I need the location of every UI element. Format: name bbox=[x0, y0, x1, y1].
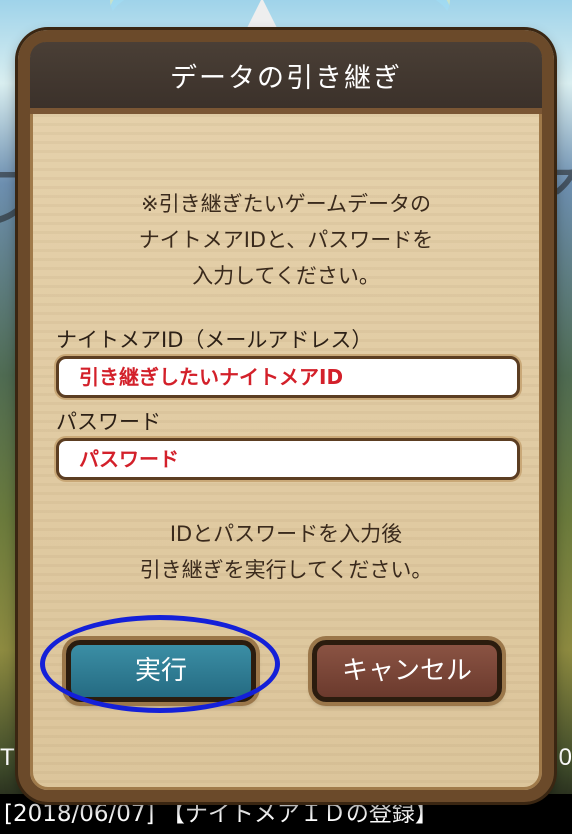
instructions-line: ※引き継ぎたいゲームデータの bbox=[141, 192, 431, 216]
nightmare-id-input[interactable]: 引き継ぎしたいナイトメアID bbox=[56, 356, 520, 398]
dialog-title: データの引き継ぎ bbox=[170, 62, 402, 94]
submit-note-line: 引き継ぎを実行してください。 bbox=[139, 558, 433, 582]
instructions-line: ナイトメアIDと、パスワードを bbox=[138, 228, 434, 252]
background-castle-spire bbox=[244, 0, 280, 34]
submit-note: IDとパスワードを入力後 引き継ぎを実行してください。 bbox=[30, 516, 542, 588]
instructions-text: ※引き継ぎたいゲームデータの ナイトメアIDと、パスワードを 入力してください。 bbox=[30, 186, 542, 294]
nightmare-id-label: ナイトメアID（メールアドレス） bbox=[56, 328, 373, 352]
execute-button[interactable]: 実行 bbox=[66, 640, 256, 702]
background-text-left: Ti bbox=[0, 744, 20, 771]
password-label: パスワード bbox=[56, 410, 161, 434]
instructions-line: 入力してください。 bbox=[192, 264, 380, 288]
background-text-right: 0 bbox=[558, 744, 572, 771]
password-input[interactable]: パスワード bbox=[56, 438, 520, 480]
dialog-title-bar: データの引き継ぎ bbox=[30, 42, 542, 114]
cancel-button[interactable]: キャンセル bbox=[312, 640, 502, 702]
submit-note-line: IDとパスワードを入力後 bbox=[169, 522, 403, 546]
data-transfer-dialog: データの引き継ぎ ※引き継ぎたいゲームデータの ナイトメアIDと、パスワードを … bbox=[18, 30, 554, 802]
